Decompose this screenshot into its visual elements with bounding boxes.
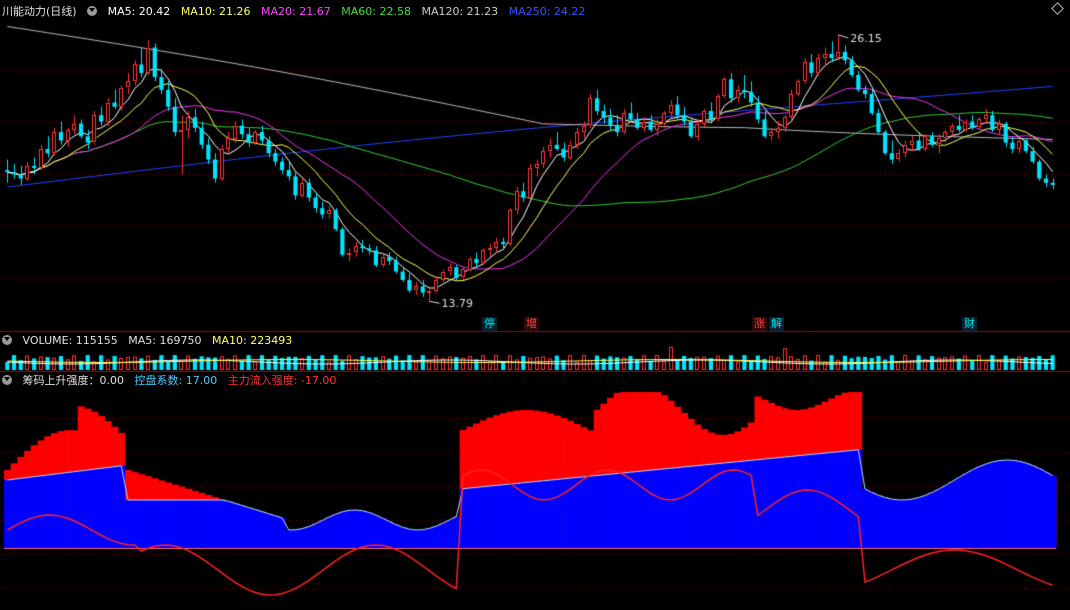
stock-chart-canvas[interactable] (0, 0, 1070, 610)
main-inflow-label: 主力流入强度: -17.00 (227, 374, 337, 387)
control-coef-label: 控盘系数: 17.00 (134, 374, 218, 387)
ma10-label: MA10: 21.26 (180, 5, 251, 18)
indicator-panel-header: 筹码上升强度：0.00 控盘系数: 17.00 主力流入强度: -17.00 (2, 373, 343, 388)
stock-title: 川能动力(日线) (2, 5, 77, 18)
event-tag[interactable]: 财 (962, 317, 977, 331)
volume-ma5-label: MA5: 169750 (128, 334, 202, 347)
ma250-label: MA250: 24.22 (508, 5, 586, 18)
ma5-label: MA5: 20.42 (107, 5, 171, 18)
ma20-label: MA20: 21.67 (261, 5, 331, 18)
event-tag[interactable]: 停 (482, 317, 497, 331)
event-tag[interactable]: 解 (769, 317, 784, 331)
ma60-label: MA60: 22.58 (341, 5, 411, 18)
volume-label: VOLUME: 115155 (22, 334, 118, 347)
event-tag[interactable]: 涨 (752, 317, 767, 331)
ma120-label: MA120: 21.23 (421, 5, 499, 18)
event-tag[interactable]: 增 (524, 317, 539, 331)
chip-rise-label: 筹码上升强度：0.00 (22, 374, 125, 387)
volume-ma10-label: MA10: 223493 (211, 334, 293, 347)
dropdown-icon[interactable] (2, 375, 12, 385)
dropdown-icon[interactable] (87, 6, 98, 16)
volume-panel-header: VOLUME: 115155 MA5: 169750 MA10: 223493 (2, 333, 299, 348)
price-panel-header: 川能动力(日线) MA5: 20.42 MA10: 21.26 MA20: 21… (2, 4, 592, 19)
dropdown-icon[interactable] (2, 335, 12, 345)
